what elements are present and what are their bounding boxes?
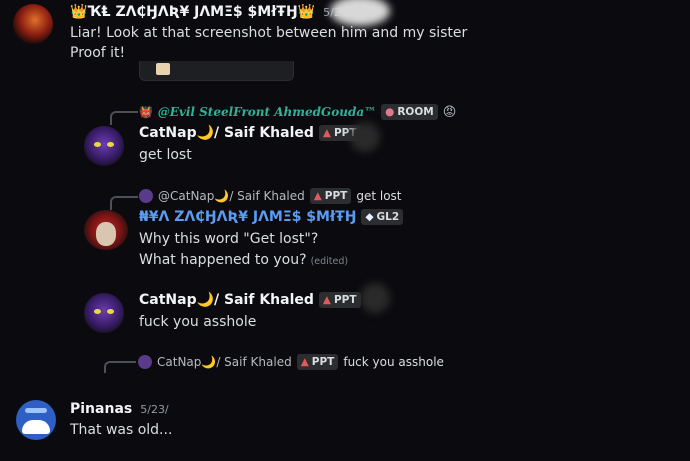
avatar[interactable]: [16, 400, 56, 440]
reply-preview[interactable]: 👹 @Evil SteelFront AhmedGouda™ ● ROOM 😡: [139, 104, 456, 120]
reply-author[interactable]: @Evil SteelFront AhmedGouda™: [158, 105, 376, 119]
role-badge: ▲ PPT: [318, 292, 361, 308]
reply-avatar: [139, 189, 153, 203]
mushroom-icon: ▲: [300, 356, 309, 368]
redacted-blur: [350, 122, 380, 152]
redacted-blur: [330, 0, 390, 26]
message-text: Why this word "Get lost"?: [139, 231, 319, 247]
message-text: get lost: [139, 147, 192, 163]
reply-connector: [110, 111, 138, 125]
avatar[interactable]: [13, 4, 53, 44]
mushroom-icon: ▲: [322, 294, 331, 306]
angry-face-icon: 👹: [139, 105, 153, 119]
reply-connector: [110, 196, 138, 210]
avatar[interactable]: [84, 210, 128, 250]
timestamp: 5/23/: [140, 402, 169, 416]
mushroom-icon: ▲: [322, 127, 331, 139]
attachment-preview[interactable]: [139, 61, 294, 81]
mushroom-icon: ▲: [313, 190, 322, 202]
reply-text: get lost: [356, 189, 402, 203]
reply-preview[interactable]: @CatNap🌙/ Saif Khaled ▲ PPT get lost: [139, 188, 402, 204]
author-name[interactable]: ₦¥Λ ZΛ₵ӇΛƦ¥ JΛMΞ$ $MłŦӇ: [139, 209, 356, 225]
diamond-icon: ◆: [365, 211, 374, 223]
author-name[interactable]: CatNap🌙/ Saif Khaled: [139, 292, 314, 308]
reply-author[interactable]: @CatNap🌙/ Saif Khaled: [158, 189, 305, 203]
author-name[interactable]: CatNap🌙/ Saif Khaled: [139, 125, 314, 141]
reply-preview[interactable]: CatNap🌙/ Saif Khaled ▲ PPT fuck you assho…: [138, 354, 444, 370]
avatar[interactable]: [84, 126, 124, 166]
author-name[interactable]: 👑ҠⱠ ZΛ₵ӇΛƦ¥ JΛMΞ$ $MłŦӇ👑: [70, 4, 315, 20]
role-badge: ▲ PPT: [296, 354, 339, 370]
role-badge: ◆ GL2: [361, 209, 404, 225]
edited-tag: (edited): [310, 256, 349, 267]
reply-text: fuck you asshole: [343, 355, 444, 369]
author-name[interactable]: Pinanas: [70, 401, 132, 417]
message-text: Liar! Look at that screenshot between hi…: [70, 25, 468, 41]
reply-avatar: [138, 355, 152, 369]
message-text: What happened to you?: [139, 252, 307, 268]
message-text: That was old...: [70, 422, 173, 438]
angry-emoji: 😡: [442, 104, 457, 120]
redacted-blur: [360, 283, 390, 313]
role-badge: ▲ PPT: [309, 188, 352, 204]
reply-connector: [104, 361, 136, 373]
message-text: fuck you asshole: [139, 314, 257, 330]
role-badge: ● ROOM: [381, 104, 438, 120]
message-text: Proof it!: [70, 45, 126, 61]
avatar[interactable]: [84, 293, 124, 333]
pig-icon: ●: [385, 106, 395, 118]
reply-author[interactable]: CatNap🌙/ Saif Khaled: [157, 355, 292, 369]
